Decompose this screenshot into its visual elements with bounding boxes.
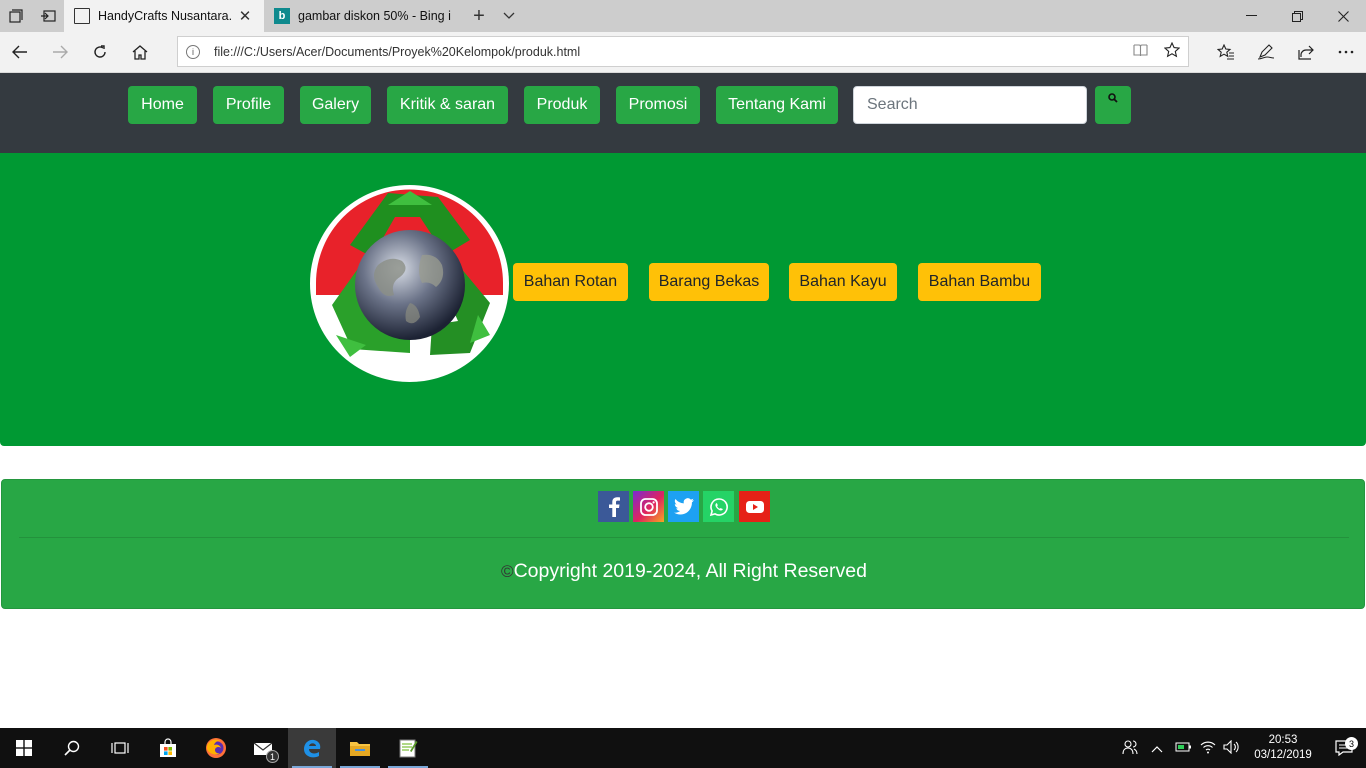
category-bahan-bambu[interactable]: Bahan Bambu [918, 263, 1041, 301]
edge-icon[interactable] [288, 728, 336, 768]
twitter-icon[interactable] [668, 491, 699, 522]
close-tab-icon[interactable]: ✕ [236, 7, 254, 25]
site-navbar: Home Profile Galery Kritik & saran Produ… [0, 73, 1366, 153]
file-explorer-icon[interactable] [336, 728, 384, 768]
youtube-icon[interactable] [739, 491, 770, 522]
favorites-hub-icon[interactable] [1206, 32, 1246, 72]
reading-view-icon[interactable] [1124, 43, 1156, 61]
windows-start-icon[interactable] [0, 728, 48, 768]
footer-divider [19, 537, 1349, 538]
instagram-icon[interactable] [633, 491, 664, 522]
volume-icon[interactable] [1220, 739, 1244, 757]
bing-icon: b [274, 8, 290, 24]
windows-taskbar: 1 20:53 03/12/2019 3 [0, 728, 1366, 768]
search-input[interactable] [853, 86, 1087, 124]
notification-badge: 3 [1345, 737, 1358, 750]
copyright-label: Copyright 2019-2024, All Right Reserved [513, 560, 867, 582]
action-center-icon[interactable]: 3 [1322, 737, 1366, 756]
tab-handycrafts[interactable]: HandyCrafts Nusantara. ✕ [64, 0, 264, 32]
info-icon[interactable]: i [186, 44, 200, 59]
browser-actions [1206, 32, 1366, 72]
chevron-up-icon[interactable] [1142, 741, 1172, 756]
window-controls [1228, 0, 1366, 32]
nav-kritik-saran[interactable]: Kritik & saran [387, 86, 508, 124]
pen-icon[interactable] [1246, 32, 1286, 72]
firefox-icon[interactable] [192, 728, 240, 768]
refresh-icon[interactable] [80, 32, 120, 72]
mail-badge: 1 [266, 750, 279, 763]
notepad-plus-icon[interactable] [384, 728, 432, 768]
clock-date: 03/12/2019 [1254, 749, 1312, 761]
whatsapp-icon[interactable] [703, 491, 734, 522]
search-icon[interactable] [48, 728, 96, 768]
category-bahan-kayu[interactable]: Bahan Kayu [789, 263, 897, 301]
nav-home[interactable]: Home [128, 86, 197, 124]
store-icon[interactable] [144, 728, 192, 768]
footer: ©Copyright 2019-2024, All Right Reserved [1, 479, 1365, 609]
nav-produk[interactable]: Produk [524, 86, 600, 124]
share-icon[interactable] [1286, 32, 1326, 72]
url-text[interactable]: file:///C:/Users/Acer/Documents/Proyek%2… [214, 45, 1124, 59]
search-icon [1108, 93, 1118, 103]
minimize-icon[interactable] [1228, 0, 1274, 32]
new-tab-icon[interactable]: + [464, 0, 494, 32]
nav-profile[interactable]: Profile [213, 86, 284, 124]
set-tabs-aside-icon[interactable] [32, 0, 64, 32]
chevron-down-icon[interactable] [494, 0, 524, 32]
address-bar[interactable]: i file:///C:/Users/Acer/Documents/Proyek… [177, 36, 1189, 67]
browser-tabbar: HandyCrafts Nusantara. ✕ b gambar diskon… [0, 0, 1366, 32]
tab-bing[interactable]: b gambar diskon 50% - Bing i [264, 0, 464, 32]
nav-tentang-kami[interactable]: Tentang Kami [716, 86, 838, 124]
copyright-symbol: © [501, 562, 514, 581]
close-window-icon[interactable] [1320, 0, 1366, 32]
wifi-icon[interactable] [1196, 740, 1220, 757]
home-icon[interactable] [120, 32, 160, 72]
category-bahan-rotan[interactable]: Bahan Rotan [513, 263, 628, 301]
battery-icon[interactable] [1172, 741, 1196, 756]
hero-section: Bahan Rotan Barang Bekas Bahan Kayu Baha… [0, 153, 1366, 446]
recycle-globe-logo [310, 185, 509, 382]
copyright-text: ©Copyright 2019-2024, All Right Reserved [2, 560, 1366, 583]
page-icon [74, 8, 90, 24]
tab-title: gambar diskon 50% - Bing i [298, 9, 451, 23]
tab-actions-icon[interactable] [0, 0, 32, 32]
more-menu-icon[interactable] [1326, 32, 1366, 72]
facebook-icon[interactable] [598, 491, 629, 522]
tab-title: HandyCrafts Nusantara. [98, 9, 233, 23]
nav-promosi[interactable]: Promosi [616, 86, 700, 124]
browser-toolbar: i file:///C:/Users/Acer/Documents/Proyek… [0, 32, 1366, 73]
forward-icon[interactable] [40, 32, 80, 72]
restore-icon[interactable] [1274, 0, 1320, 32]
system-tray: 20:53 03/12/2019 3 [1118, 728, 1366, 768]
category-barang-bekas[interactable]: Barang Bekas [649, 263, 769, 301]
clock-time: 20:53 [1268, 734, 1298, 746]
back-icon[interactable] [0, 32, 40, 72]
nav-galery[interactable]: Galery [300, 86, 371, 124]
clock[interactable]: 20:53 03/12/2019 [1244, 733, 1322, 763]
mail-icon[interactable]: 1 [240, 728, 288, 768]
task-view-icon[interactable] [96, 728, 144, 768]
people-icon[interactable] [1118, 739, 1142, 758]
search-button[interactable] [1095, 86, 1131, 124]
favorite-star-icon[interactable] [1156, 41, 1188, 62]
